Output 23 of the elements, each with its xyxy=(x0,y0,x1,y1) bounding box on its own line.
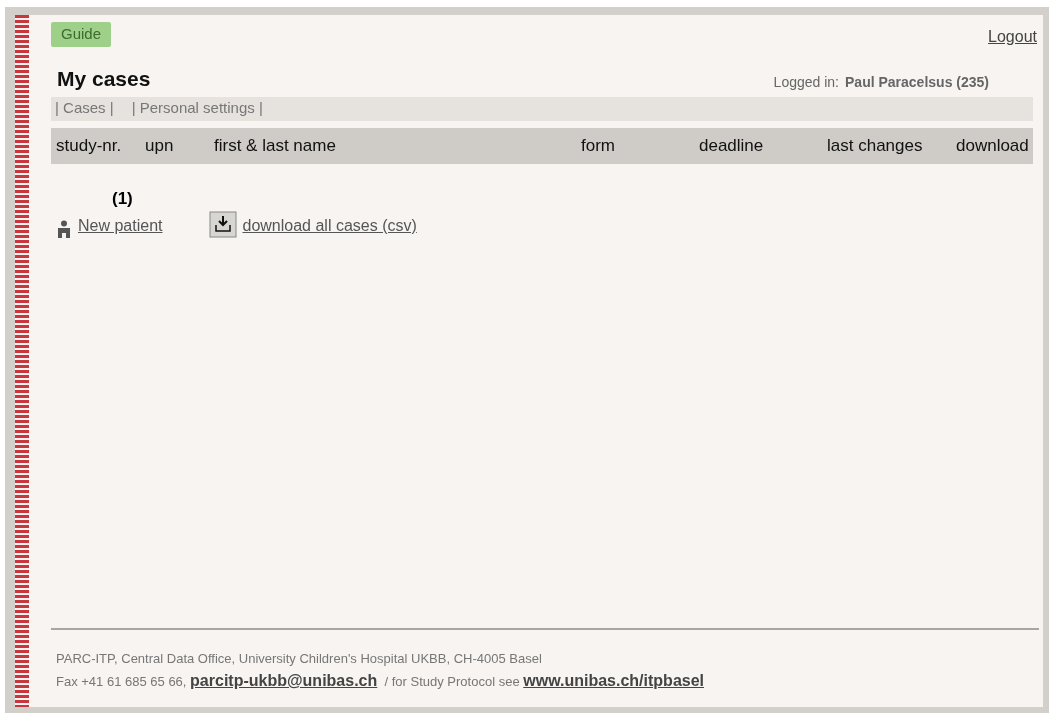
column-header: study-nr. xyxy=(56,135,122,155)
case-count: (1) xyxy=(112,188,133,208)
new-patient-link[interactable]: New patient xyxy=(78,214,163,238)
footer-contact: Fax +41 61 685 65 66, parcitp-ukbb@unibas.ch / for Study Protocol see www.unibas.ch/itpbasel xyxy=(56,671,706,691)
column-header: first & last name xyxy=(214,135,336,155)
column-header: download xyxy=(956,135,1029,155)
column-header: deadline xyxy=(699,135,764,155)
logout-link[interactable]: Logout xyxy=(988,25,1037,49)
person-icon xyxy=(56,220,72,238)
logged-in-label: Logged in: xyxy=(773,72,839,92)
footer-address: PARC-ITP, Central Data Office, University Children's Hospital UKBB, CH-4005 Basel xyxy=(56,650,543,668)
website-link[interactable]: www.unibas.ch/itpbasel xyxy=(523,672,705,689)
column-header: upn xyxy=(145,135,174,155)
page-title: My cases xyxy=(57,66,151,92)
nav-tab[interactable]: | Personal settings | xyxy=(131,97,263,120)
nav-tab[interactable]: | Cases | xyxy=(55,97,114,120)
guide-button[interactable]: Guide xyxy=(51,22,112,47)
download-csv-link[interactable]: download all cases (csv) xyxy=(242,214,417,238)
column-header: form xyxy=(581,135,615,155)
column-header: last changes xyxy=(827,135,923,155)
user-name: Paul Paracelsus (235) xyxy=(845,72,989,92)
email-link[interactable]: parcitp-ukbb@unibas.ch xyxy=(190,672,378,689)
download-icon xyxy=(208,211,237,238)
